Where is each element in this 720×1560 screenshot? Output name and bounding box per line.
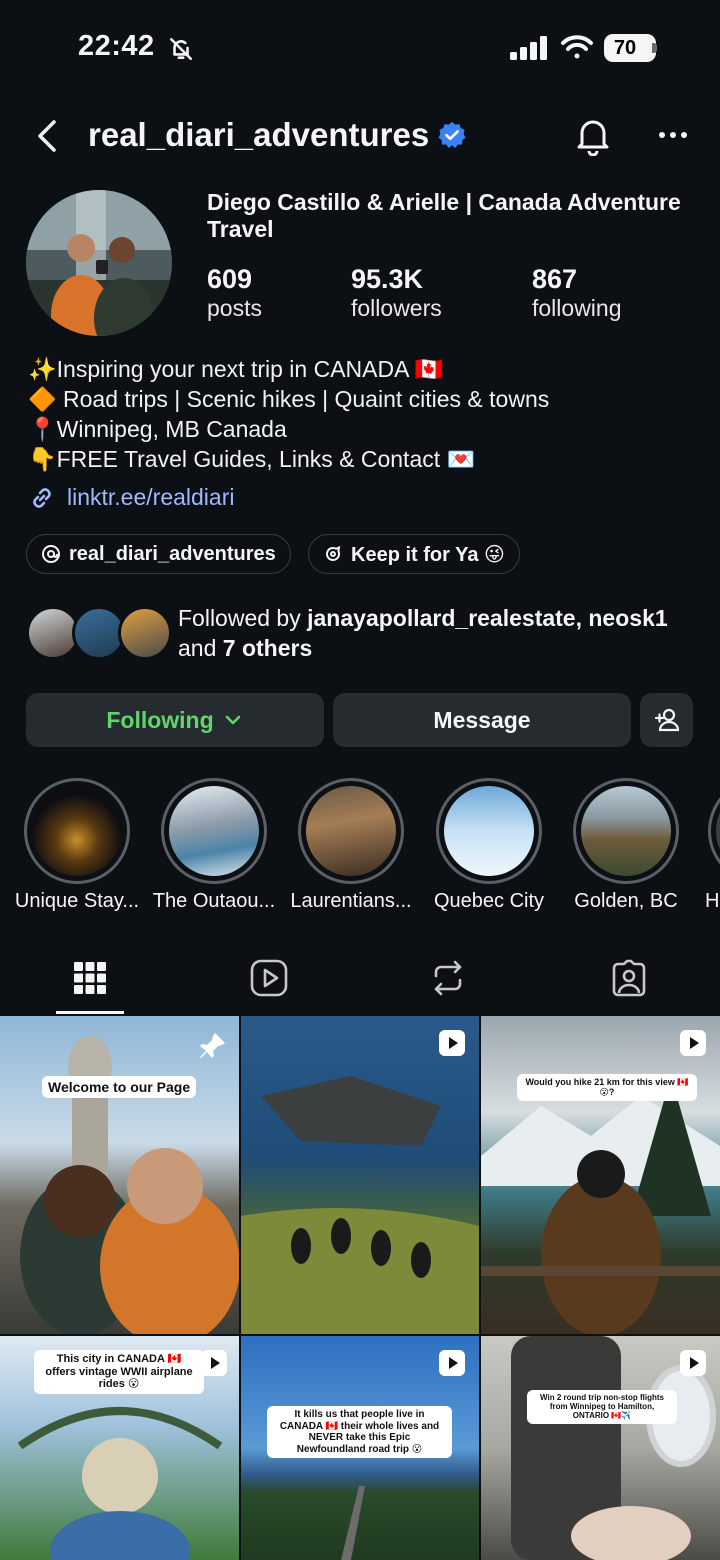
highlight-label: The Outaou... (152, 890, 276, 912)
stat-value: 95.3K (351, 264, 424, 294)
message-label: Message (433, 706, 531, 733)
post-caption-overlay: Would you hike 21 km for this view 🇨🇦😮? (517, 1074, 697, 1101)
followed-by-text[interactable]: Followed by janayapollard_realestate, ne… (178, 603, 698, 663)
message-button[interactable]: Message (333, 693, 631, 747)
post-tile[interactable]: Win 2 round trip non-stop flights from W… (481, 1336, 720, 1560)
add-user-icon (654, 708, 679, 732)
reel-icon (680, 1030, 706, 1056)
story-highlight[interactable] (24, 778, 130, 884)
stat-posts[interactable]: 609 posts (207, 264, 262, 322)
threads-handle: real_diari_adventures (69, 542, 276, 565)
profile-screen: 22:42 70 real_diari_adventures Diego Cas… (0, 0, 720, 1560)
post-image (481, 1076, 720, 1334)
post-image (20, 1036, 239, 1334)
active-tab-indicator (56, 1011, 124, 1014)
story-highlight[interactable] (573, 778, 679, 884)
stat-label: followers (351, 295, 442, 321)
profile-avatar[interactable] (26, 190, 172, 336)
followed-by-prefix: Followed by (178, 605, 308, 631)
stat-value: 609 (207, 264, 253, 294)
post-tile[interactable]: It kills us that people live in CANADA 🇨… (241, 1336, 479, 1560)
story-highlight[interactable] (708, 778, 720, 884)
followed-by-avatars[interactable] (26, 606, 172, 662)
post-caption-overlay: Win 2 round trip non-stop flights from W… (527, 1390, 677, 1424)
pinned-icon (200, 1033, 225, 1058)
battery-level: 70 (613, 36, 637, 59)
verified-badge-icon (438, 122, 466, 148)
post-tile[interactable]: Would you hike 21 km for this view 🇨🇦😮? (481, 1016, 720, 1334)
highlight-cover (306, 786, 396, 876)
story-highlight[interactable] (161, 778, 267, 884)
battery-cap (652, 43, 657, 53)
reels-tab-icon[interactable] (249, 958, 289, 998)
bell-off-icon (169, 37, 193, 61)
highlight-label: Golden, BC (574, 890, 678, 912)
wifi-icon (561, 35, 593, 59)
post-tile[interactable]: This city in CANADA 🇨🇦 offers vintage WW… (0, 1336, 239, 1560)
channel-name: Keep it for Ya 😜 (351, 543, 505, 566)
bio-line: 👇FREE Travel Guides, Links & Contact 💌 (28, 446, 476, 472)
followed-by-names: janayapollard_realestate, neosk1 (307, 605, 668, 631)
reel-icon (201, 1350, 227, 1376)
status-time: 22:42 (78, 30, 155, 62)
profile-username: real_diari_adventures (88, 116, 430, 153)
followed-by-joiner: and (178, 635, 223, 661)
battery-indicator: 70 (604, 34, 656, 62)
notifications-bell-icon[interactable] (574, 116, 612, 156)
highlight-label: Unique Stay... (14, 890, 140, 912)
stat-label: posts (207, 295, 262, 321)
profile-display-name: Diego Castillo & Arielle | Canada Advent… (207, 189, 681, 242)
story-highlight[interactable] (436, 778, 542, 884)
channel-icon (326, 545, 341, 561)
suggested-users-button[interactable] (640, 693, 693, 747)
bio-line: 📍Winnipeg, MB Canada (28, 416, 287, 442)
bio-line: ✨Inspiring your next trip in CANADA 🇨🇦 (28, 356, 444, 382)
avatar-photo (26, 190, 172, 336)
post-caption-overlay: Welcome to our Page (42, 1076, 197, 1099)
reel-icon (439, 1350, 465, 1376)
highlight-cover (32, 786, 122, 876)
post-caption-overlay: It kills us that people live in CANADA 🇨… (267, 1406, 452, 1458)
reel-icon (439, 1030, 465, 1056)
highlight-cover (169, 786, 259, 876)
post-tile[interactable] (241, 1016, 479, 1334)
following-label: Following (106, 706, 214, 733)
grid-posts-tab-icon[interactable] (70, 958, 110, 998)
highlight-label: Quebec City (433, 890, 545, 912)
post-image (241, 1076, 479, 1334)
stat-followers[interactable]: 95.3K followers (351, 264, 442, 322)
back-chevron-icon[interactable] (34, 118, 60, 154)
post-tile[interactable]: Welcome to our Page (0, 1016, 239, 1334)
highlight-label: H (705, 890, 720, 912)
bio-line: 🔶 Road trips | Scenic hikes | Quaint cit… (28, 386, 550, 412)
profile-bio: ✨Inspiring your next trip in CANADA 🇨🇦 🔶… (28, 354, 549, 474)
stat-following[interactable]: 867 following (532, 264, 622, 322)
story-highlight[interactable] (298, 778, 404, 884)
highlight-cover (716, 786, 720, 876)
link-icon (33, 488, 51, 508)
following-button[interactable]: Following (26, 693, 324, 747)
post-caption-overlay: This city in CANADA 🇨🇦 offers vintage WW… (34, 1350, 204, 1394)
cellular-signal-icon (510, 36, 547, 60)
broadcast-channel-chip[interactable]: Keep it for Ya 😜 (308, 534, 520, 574)
threads-chip[interactable]: real_diari_adventures (26, 534, 291, 574)
profile-link[interactable]: linktr.ee/realdiari (67, 484, 234, 511)
chevron-down-icon (225, 715, 240, 725)
highlight-label: Laurentians... (290, 890, 412, 912)
reel-icon (680, 1350, 706, 1376)
stat-label: following (532, 295, 622, 321)
mutual-avatar (118, 606, 172, 660)
more-options-icon[interactable] (658, 130, 688, 140)
followed-by-others: 7 others (222, 635, 313, 661)
stat-value: 867 (532, 264, 578, 294)
highlight-cover (444, 786, 534, 876)
tagged-tab-icon[interactable] (609, 958, 649, 998)
threads-icon (42, 545, 60, 563)
highlight-cover (581, 786, 671, 876)
reposts-tab-icon[interactable] (428, 958, 468, 998)
